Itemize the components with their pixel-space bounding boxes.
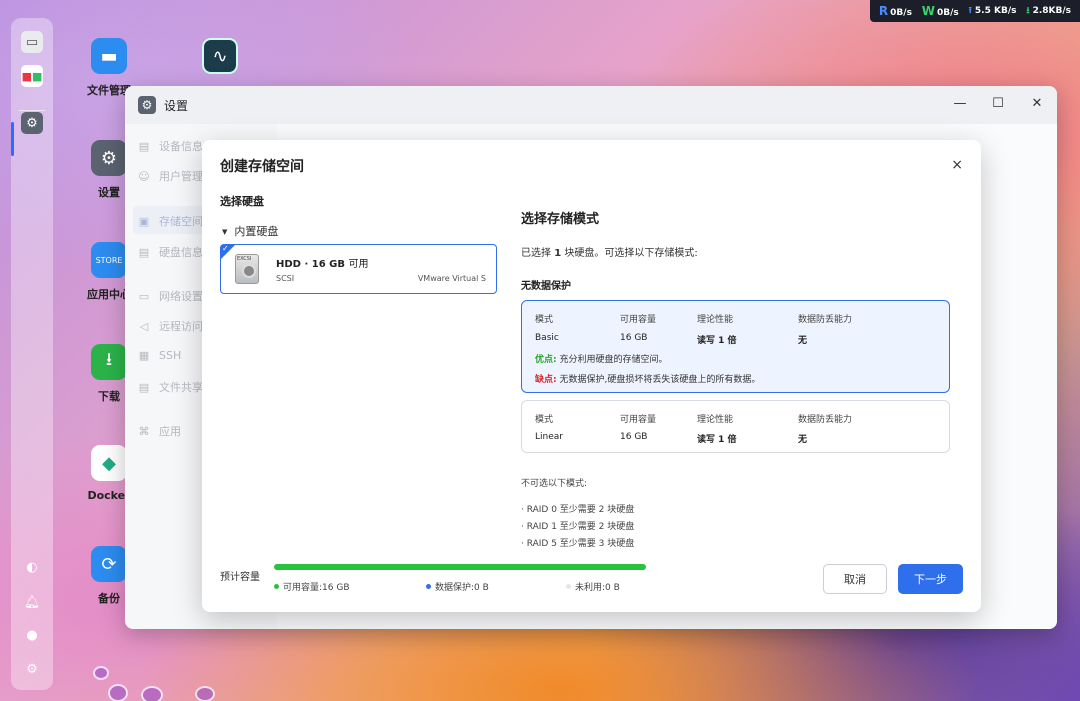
- decor-bubble: [141, 686, 163, 701]
- mode-card-basic[interactable]: 模式 可用容量 理论性能 数据防丢能力 Basic 16 GB 读写 1 倍 无…: [521, 300, 950, 393]
- legend-protect: 数据保护:0 B: [426, 580, 489, 593]
- write-icon: W: [921, 4, 936, 18]
- dialog-close-icon[interactable]: ×: [951, 157, 963, 173]
- user-icon: ☺: [138, 169, 150, 183]
- sidebar-item-storage[interactable]: ▣ 存储空间: [137, 213, 203, 229]
- disk-icon: ▤: [138, 245, 150, 259]
- decor-bubble: [195, 686, 215, 701]
- dock: ▭ ■ ■ ⚙ ◐ 🔔︎ ● ⚙: [11, 18, 53, 690]
- gear-icon: ⚙: [91, 140, 127, 176]
- mode-card-linear[interactable]: 模式 可用容量 理论性能 数据防丢能力 Linear 16 GB 读写 1 倍 …: [521, 400, 950, 453]
- sidebar-item-disk-info[interactable]: ▤ 硬盘信息: [137, 244, 203, 260]
- capacity-bar: [274, 564, 646, 570]
- caret-down-icon: ▼: [222, 228, 228, 236]
- dock-active-indicator: [11, 122, 14, 156]
- window-titlebar[interactable]: ⚙ 设置: [125, 86, 1057, 124]
- share-icon: ▤: [138, 380, 150, 394]
- settings-app-icon: ⚙: [138, 96, 156, 114]
- sidebar-item-apps[interactable]: ⌘ 应用: [137, 423, 182, 439]
- upload-speed: ⭱ 5.5 KB/s: [968, 6, 1017, 16]
- cancel-button[interactable]: 取消: [823, 564, 887, 594]
- app-grid-icon[interactable]: ■ ■: [21, 65, 43, 87]
- network-icon: ▭: [138, 289, 150, 303]
- disk-name: HDD · 16 GB 可用: [276, 259, 369, 270]
- disk-tree-node[interactable]: ▼ 内置硬盘: [222, 223, 278, 239]
- disk-interface: SCSI: [276, 274, 295, 283]
- sidebar-item-device-info[interactable]: ▤ 设备信息: [137, 138, 203, 154]
- usable-dot: [274, 584, 279, 589]
- ssh-icon: ▦: [138, 349, 150, 362]
- store-icon: STORE: [91, 242, 127, 278]
- storage-mode-desc: 已选择 1 块硬盘。可选择以下存储模式:: [521, 248, 698, 259]
- disk-model: VMware Virtual S: [417, 274, 486, 283]
- apps-icon: ⌘: [138, 424, 150, 438]
- check-icon: ✓: [222, 244, 229, 253]
- user-icon[interactable]: ●: [24, 627, 40, 643]
- write-speed: W 0B/s: [921, 4, 959, 18]
- select-disk-heading: 选择硬盘: [220, 195, 264, 208]
- minimize-button[interactable]: —: [951, 96, 969, 111]
- create-storage-dialog: 创建存储空间 × 选择硬盘 ▼ 内置硬盘 ✓ EXCSI HDD · 16 GB …: [202, 140, 981, 612]
- sidebar-item-ssh[interactable]: ▦ SSH: [137, 349, 181, 362]
- device-icon: ▤: [138, 139, 150, 153]
- hdd-icon: EXCSI: [235, 254, 259, 284]
- read-icon: R: [878, 4, 889, 18]
- unavailable-mode: · RAID 5 至少需要 3 块硬盘: [521, 539, 635, 549]
- settings-dock-icon[interactable]: ⚙: [21, 112, 43, 134]
- unavailable-modes-heading: 不可选以下模式:: [521, 479, 588, 489]
- upload-arrow-icon: ⭱: [968, 6, 972, 16]
- disk-card-selected[interactable]: ✓ EXCSI HDD · 16 GB 可用 SCSI VMware Virtu…: [220, 244, 497, 294]
- maximize-button[interactable]: ☐: [989, 96, 1007, 111]
- gear-icon[interactable]: ⚙: [24, 661, 40, 677]
- bell-icon[interactable]: 🔔︎: [24, 594, 41, 610]
- folder-icon: ▬: [91, 38, 127, 74]
- sidebar-item-users[interactable]: ☺ 用户管理: [137, 168, 203, 184]
- network-status-bar: R 0B/s W 0B/s ⭱ 5.5 KB/s ⭳ 2.8KB/s: [870, 0, 1080, 22]
- window-title: 设置: [164, 98, 189, 113]
- download-icon: ⭳: [91, 344, 127, 380]
- sidebar-item-file-share[interactable]: ▤ 文件共享: [137, 379, 203, 395]
- legend-unused: 未利用:0 B: [566, 580, 620, 593]
- mode-cons: 缺点: 无数据保护,硬盘损坏将丢失该硬盘上的所有数据。: [535, 375, 761, 385]
- theme-icon[interactable]: ◐: [24, 559, 40, 575]
- decor-bubble: [93, 666, 109, 680]
- remote-icon: ◁: [139, 319, 149, 333]
- download-speed: ⭳ 2.8KB/s: [1026, 6, 1072, 16]
- sidebar-item-network[interactable]: ▭ 网络设置: [137, 288, 203, 304]
- protect-dot: [426, 584, 431, 589]
- unavailable-mode: · RAID 0 至少需要 2 块硬盘: [521, 505, 635, 515]
- monitor-chart-icon: ∿: [202, 38, 238, 74]
- close-button[interactable]: ✕: [1028, 96, 1046, 111]
- storage-mode-heading: 选择存储模式: [521, 212, 600, 227]
- legend-usable: 可用容量:16 GB: [274, 580, 350, 593]
- download-arrow-icon: ⭳: [1026, 6, 1030, 16]
- mode-pros: 优点: 充分利用硬盘的存储空间。: [535, 355, 668, 365]
- dialog-title: 创建存储空间: [220, 159, 304, 175]
- decor-bubble: [108, 684, 128, 701]
- docker-icon: ◆: [91, 445, 127, 481]
- read-speed: R 0B/s: [878, 4, 912, 18]
- no-protection-heading: 无数据保护: [521, 281, 571, 292]
- backup-icon: ⟳: [91, 546, 127, 582]
- dock-divider: [19, 110, 45, 111]
- storage-icon: ▣: [138, 214, 150, 228]
- desktop-app-monitor[interactable]: ∿: [190, 38, 250, 82]
- unavailable-mode: · RAID 1 至少需要 2 块硬盘: [521, 522, 635, 532]
- unused-dot: [566, 584, 571, 589]
- desktop-icon[interactable]: ▭: [21, 31, 43, 53]
- estimate-label: 预计容量: [220, 572, 260, 583]
- next-button[interactable]: 下一步: [898, 564, 963, 594]
- sidebar-item-remote[interactable]: ◁ 远程访问: [137, 318, 203, 334]
